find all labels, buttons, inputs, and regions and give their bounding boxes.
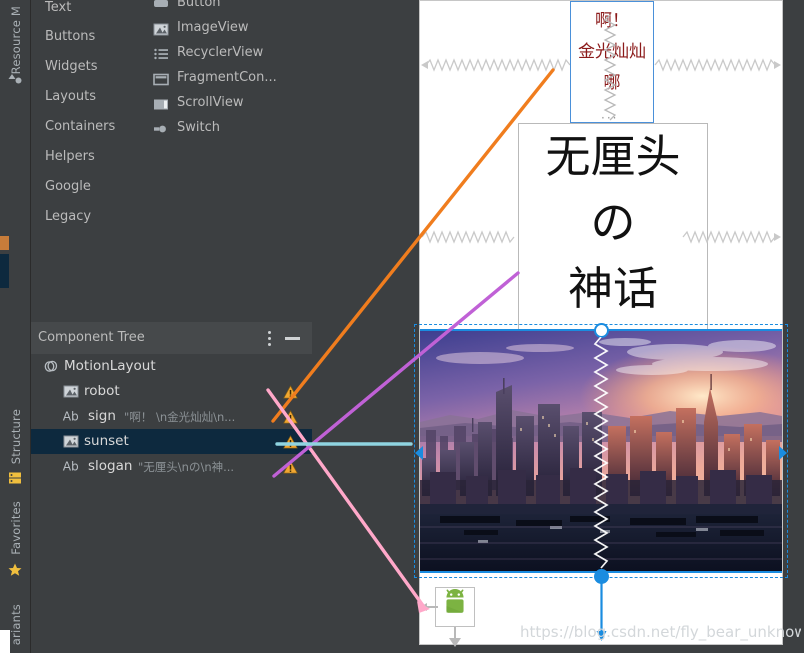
star-icon [7, 562, 23, 578]
device-preview[interactable]: 啊！ 金光灿灿 哪 ··· 无厘头 の 神话 https://blog.csdn… [414, 0, 804, 647]
text-icon: Ab [62, 459, 80, 475]
sliver-strip-4 [0, 356, 9, 376]
component-tree-rows: MotionLayout robot Ab sign "啊！ \n金光灿灿\n.… [30, 354, 312, 653]
palette-item-fragmentcontainer[interactable]: FragmentCon... [142, 67, 312, 92]
warning-icon[interactable] [283, 459, 298, 474]
palette-category-google[interactable]: Google [45, 179, 91, 194]
widget-slogan-line-3: 神话 [567, 262, 658, 315]
android-studio-motionlayout-editor: Resource M Structure Favorites ariants T… [0, 0, 804, 653]
tree-row-sign[interactable]: Ab sign "啊！ \n金光灿灿\n... [30, 404, 312, 429]
palette-category-legacy[interactable]: Legacy [45, 209, 91, 224]
component-tree-header: Component Tree [30, 322, 312, 354]
sliver-warning-strip [0, 236, 9, 250]
tree-row-slogan[interactable]: Ab slogan "无厘头\nの\n神... [30, 454, 312, 479]
tree-row-robot[interactable]: robot [30, 379, 312, 404]
sliver-strip-3 [0, 302, 9, 320]
palette-item-button-label: Button [177, 0, 221, 10]
widget-slogan-line-2: の [590, 196, 636, 249]
tree-row-sign-label: sign [88, 408, 116, 424]
constraint-spring-slogan-horizontal [421, 230, 781, 244]
palette-item-list: Button ImageView RecyclerView FragmentCo… [141, 0, 312, 322]
image-icon [62, 383, 80, 399]
sidebar-tab-resource-manager-label: Resource M [9, 6, 23, 75]
palette-icon [7, 71, 23, 87]
collapsed-panel-sliver [0, 236, 9, 416]
palette-item-scrollview-label: ScrollView [177, 95, 244, 110]
tree-row-sign-value: "啊！ \n金光灿灿\n... [124, 410, 236, 424]
sidebar-tab-favorites-label: Favorites [9, 501, 23, 555]
tree-row-slogan-label: slogan [88, 458, 133, 474]
palette-category-containers[interactable]: Containers [45, 119, 115, 134]
sliver-selection-strip [0, 254, 9, 288]
warning-icon[interactable] [283, 409, 298, 424]
sidebar-tab-favorites[interactable]: Favorites [0, 497, 30, 569]
svg-text:Ab: Ab [63, 460, 79, 474]
palette-category-widgets[interactable]: Widgets [45, 59, 98, 74]
palette-category-list: Text Buttons Widgets Layouts Containers … [30, 0, 141, 322]
design-surface[interactable]: 啊！ 金光灿灿 哪 ··· 无厘头 の 神话 https://blog.csdn… [312, 0, 804, 653]
palette-panel: Text Buttons Widgets Layouts Containers … [30, 0, 312, 322]
palette-item-imageview-label: ImageView [177, 20, 249, 35]
constraint-handle-top[interactable] [594, 323, 609, 338]
palette-item-scrollview[interactable]: ScrollView [142, 92, 312, 117]
widget-slogan-line-1: 无厘头 [545, 130, 681, 183]
palette-category-helpers[interactable]: Helpers [45, 149, 95, 164]
motionlayout-icon [42, 358, 60, 374]
image-icon [152, 21, 170, 37]
minimize-icon[interactable] [285, 337, 300, 340]
palette-item-recyclerview-label: RecyclerView [177, 45, 264, 60]
tree-row-sunset[interactable]: sunset [30, 429, 312, 454]
palette-item-recyclerview[interactable]: RecyclerView [142, 42, 312, 67]
constraint-handle-right[interactable] [779, 446, 787, 460]
page-title: Component Tree [38, 330, 145, 345]
constraint-arrow-robot-left [420, 603, 438, 611]
component-tree-panel: Component Tree MotionLayout robot Ab sig… [30, 322, 312, 653]
button-icon [152, 0, 170, 12]
palette-item-switch-label: Switch [177, 120, 220, 135]
tree-row-slogan-value: "无厘头\nの\n神... [138, 460, 235, 474]
tree-row-sunset-label: sunset [84, 433, 129, 449]
text-icon: Ab [62, 409, 80, 425]
constraint-handle-left[interactable] [415, 446, 423, 460]
palette-item-imageview[interactable]: ImageView [142, 17, 312, 42]
svg-text:Ab: Ab [63, 410, 79, 424]
tree-row-motionlayout[interactable]: MotionLayout [30, 354, 312, 379]
android-robot-icon [446, 588, 464, 613]
palette-item-fragmentcontainer-label: FragmentCon... [177, 70, 277, 85]
tree-row-motionlayout-label: MotionLayout [64, 358, 156, 374]
warning-icon[interactable] [283, 434, 298, 449]
tree-row-robot-label: robot [84, 383, 120, 399]
list-icon [152, 46, 170, 62]
image-icon [62, 433, 80, 449]
palette-item-switch[interactable]: Switch [142, 117, 312, 142]
palette-item-button[interactable]: Button [142, 0, 312, 17]
scrollview-icon [152, 96, 170, 112]
constraint-spring-sunset-vertical [593, 337, 609, 569]
widget-robot[interactable] [435, 587, 475, 627]
palette-category-text[interactable]: Text [45, 0, 71, 15]
more-vertical-icon[interactable] [268, 331, 272, 346]
constraint-arrow-robot-bottom [449, 627, 461, 647]
palette-category-layouts[interactable]: Layouts [45, 89, 96, 104]
sidebar-tab-variants-label: ariants [9, 604, 23, 646]
structure-icon [7, 470, 23, 486]
watermark: https://blog.csdn.net/fly_bear_unknown [520, 623, 804, 641]
switch-icon [152, 121, 170, 137]
sliver-white-strip [0, 630, 10, 653]
constraint-spring-sign-vertical [603, 15, 617, 121]
warning-icon[interactable] [283, 384, 298, 399]
palette-category-buttons[interactable]: Buttons [45, 29, 95, 44]
fragment-icon [152, 71, 170, 87]
widget-slogan[interactable]: 无厘头 の 神话 [518, 123, 708, 330]
sidebar-tab-structure-label: Structure [9, 409, 23, 465]
